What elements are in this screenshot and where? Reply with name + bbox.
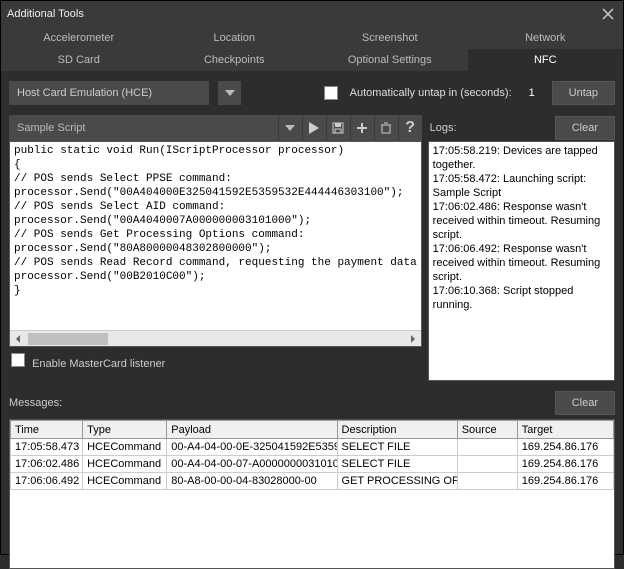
sub-tabs: SD Card Checkpoints Optional Settings NF… — [1, 49, 623, 71]
col-time[interactable]: Time — [11, 421, 83, 439]
col-type[interactable]: Type — [83, 421, 167, 439]
messages-table-wrap[interactable]: Time Type Payload Description Source Tar… — [9, 419, 615, 569]
cell-source — [457, 439, 517, 456]
trash-icon — [380, 122, 392, 134]
cell-desc: GET PROCESSING OP — [337, 473, 457, 490]
scroll-right-icon[interactable] — [405, 331, 421, 347]
log-line: 17:06:10.368: Script stopped running. — [433, 284, 610, 312]
log-line: 17:05:58.219: Devices are tapped togethe… — [433, 144, 610, 172]
cell-desc: SELECT FILE — [337, 439, 457, 456]
chevron-down-icon — [285, 125, 295, 131]
run-button[interactable] — [302, 115, 326, 141]
table-row[interactable]: 17:06:06.492HCECommand80-A8-00-00-04-830… — [11, 473, 614, 490]
save-icon — [332, 122, 344, 134]
delete-button[interactable] — [374, 115, 398, 141]
logs-output[interactable]: 17:05:58.219: Devices are tapped togethe… — [428, 141, 615, 381]
log-line: 17:06:06.492: Response wasn't received w… — [433, 242, 610, 284]
cell-time: 17:05:58.473 — [11, 439, 83, 456]
tab-sdcard[interactable]: SD Card — [1, 49, 157, 71]
cell-time: 17:06:06.492 — [11, 473, 83, 490]
cell-source — [457, 473, 517, 490]
h-scrollbar[interactable] — [10, 330, 421, 346]
cell-payload: 00-A4-04-00-07-A0000000031010-( — [167, 456, 337, 473]
cell-source — [457, 456, 517, 473]
messages-label: Messages: — [9, 397, 555, 409]
script-code[interactable]: public static void Run(IScriptProcessor … — [10, 142, 421, 300]
logs-label: Logs: — [428, 122, 555, 134]
auto-untap-label: Automatically untap in (seconds): — [350, 87, 512, 99]
hce-mode-select[interactable]: Host Card Emulation (HCE) — [9, 81, 209, 105]
chevron-down-icon — [225, 90, 235, 96]
cell-target: 169.254.86.176 — [517, 473, 613, 490]
script-toolbar: Sample Script ? — [9, 115, 422, 141]
cell-payload: 80-A8-00-00-04-83028000-00 — [167, 473, 337, 490]
col-target[interactable]: Target — [517, 421, 613, 439]
cell-desc: SELECT FILE — [337, 456, 457, 473]
script-dropdown[interactable] — [278, 115, 302, 141]
log-line: 17:06:02.486: Response wasn't received w… — [433, 200, 610, 242]
tab-network[interactable]: Network — [468, 27, 624, 49]
plus-icon — [356, 122, 368, 134]
col-description[interactable]: Description — [337, 421, 457, 439]
hce-toolbar: Host Card Emulation (HCE) Automatically … — [1, 71, 623, 115]
cell-time: 17:06:02.486 — [11, 456, 83, 473]
scroll-thumb[interactable] — [28, 333, 108, 345]
window-title: Additional Tools — [7, 8, 84, 20]
messages-table: Time Type Payload Description Source Tar… — [10, 420, 614, 490]
tab-nfc[interactable]: NFC — [468, 49, 624, 71]
tab-accelerometer[interactable]: Accelerometer — [1, 27, 157, 49]
add-button[interactable] — [350, 115, 374, 141]
tab-location[interactable]: Location — [157, 27, 313, 49]
cell-target: 169.254.86.176 — [517, 439, 613, 456]
cell-type: HCECommand — [83, 473, 167, 490]
enable-mastercard-checkbox[interactable] — [11, 353, 25, 367]
save-button[interactable] — [326, 115, 350, 141]
top-tabs: Accelerometer Location Screenshot Networ… — [1, 27, 623, 49]
tab-optional-settings[interactable]: Optional Settings — [312, 49, 468, 71]
auto-untap-seconds[interactable] — [520, 84, 544, 102]
clear-messages-button[interactable]: Clear — [555, 391, 615, 415]
untap-button[interactable]: Untap — [552, 81, 615, 105]
scroll-left-icon[interactable] — [10, 331, 26, 347]
clear-logs-button[interactable]: Clear — [555, 116, 615, 140]
script-title: Sample Script — [9, 122, 278, 134]
tab-checkpoints[interactable]: Checkpoints — [157, 49, 313, 71]
script-editor[interactable]: public static void Run(IScriptProcessor … — [9, 141, 422, 347]
table-row[interactable]: 17:06:02.486HCECommand00-A4-04-00-07-A00… — [11, 456, 614, 473]
cell-target: 169.254.86.176 — [517, 456, 613, 473]
close-icon[interactable] — [599, 5, 617, 23]
tab-screenshot[interactable]: Screenshot — [312, 27, 468, 49]
hce-mode-dropdown[interactable] — [217, 81, 241, 105]
enable-mastercard-label: Enable MasterCard listener — [32, 358, 165, 370]
col-source[interactable]: Source — [457, 421, 517, 439]
log-line: 17:05:58.472: Launching script: Sample S… — [433, 172, 610, 200]
col-payload[interactable]: Payload — [167, 421, 337, 439]
cell-payload: 00-A4-04-00-0E-325041592E5359! — [167, 439, 337, 456]
titlebar: Additional Tools — [1, 1, 623, 27]
cell-type: HCECommand — [83, 456, 167, 473]
help-button[interactable]: ? — [398, 115, 422, 141]
cell-type: HCECommand — [83, 439, 167, 456]
play-icon — [309, 122, 319, 134]
auto-untap-checkbox[interactable] — [324, 86, 338, 100]
table-row[interactable]: 17:05:58.473HCECommand00-A4-04-00-0E-325… — [11, 439, 614, 456]
